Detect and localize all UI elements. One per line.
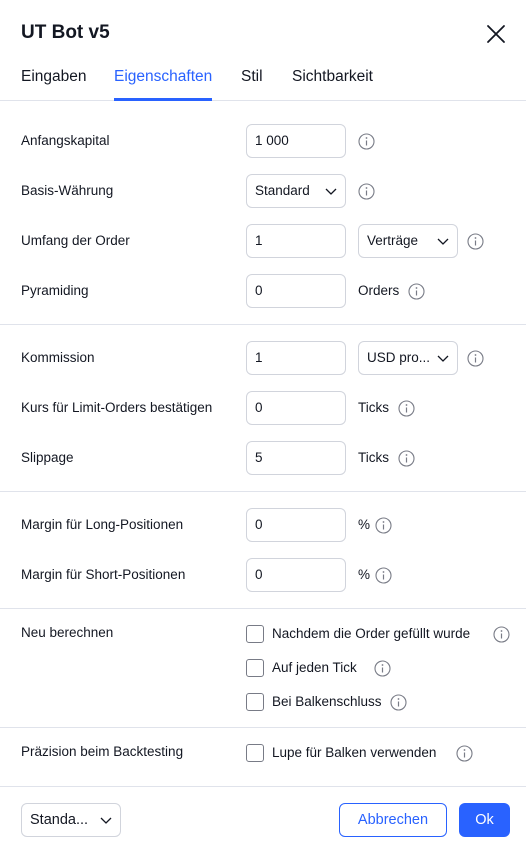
info-icon[interactable] (358, 133, 375, 150)
section-divider (0, 324, 526, 325)
close-button[interactable] (484, 22, 508, 46)
margin-long-unit: % (358, 517, 371, 532)
chevron-down-icon (325, 188, 337, 195)
info-icon[interactable] (390, 694, 407, 711)
recalc-every-tick-label[interactable]: Auf jeden Tick (272, 660, 357, 675)
info-icon[interactable] (375, 567, 392, 584)
section-divider (0, 727, 526, 728)
info-icon[interactable] (398, 450, 415, 467)
info-icon[interactable] (398, 400, 415, 417)
slippage-unit: Ticks (358, 450, 389, 465)
order-size-unit-select[interactable]: Verträge (358, 224, 458, 258)
dialog-title: UT Bot v5 (21, 22, 110, 43)
backtest-precision-label: Präzision beim Backtesting (21, 744, 184, 759)
base-currency-value: Standard (255, 183, 310, 198)
recalc-on-fill-checkbox[interactable] (246, 625, 264, 643)
limit-orders-input[interactable]: 0 (246, 391, 346, 425)
margin-short-label: Margin für Short-Positionen (21, 567, 186, 582)
info-icon[interactable] (408, 283, 425, 300)
footer-divider (0, 786, 526, 787)
base-currency-label: Basis-Währung (21, 183, 114, 198)
limit-orders-unit: Ticks (358, 400, 389, 415)
base-currency-select[interactable]: Standard (246, 174, 346, 208)
section-divider (0, 608, 526, 609)
pyramiding-label: Pyramiding (21, 283, 89, 298)
recalc-every-tick-checkbox[interactable] (246, 659, 264, 677)
bar-magnifier-checkbox[interactable] (246, 744, 264, 762)
margin-short-input[interactable]: 0 (246, 558, 346, 592)
slippage-input[interactable]: 5 (246, 441, 346, 475)
order-size-input[interactable]: 1 (246, 224, 346, 258)
info-icon[interactable] (374, 660, 391, 677)
info-icon[interactable] (467, 233, 484, 250)
initial-capital-label: Anfangskapital (21, 133, 110, 148)
commission-input[interactable]: 1 (246, 341, 346, 375)
initial-capital-input[interactable]: 1 000 (246, 124, 346, 158)
template-select[interactable]: Standa... (21, 803, 121, 837)
info-icon[interactable] (358, 183, 375, 200)
margin-long-label: Margin für Long-Positionen (21, 517, 184, 532)
margin-short-unit: % (358, 567, 371, 582)
bar-magnifier-label[interactable]: Lupe für Balken verwenden (272, 745, 436, 760)
margin-long-input[interactable]: 0 (246, 508, 346, 542)
info-icon[interactable] (493, 626, 510, 643)
info-icon[interactable] (375, 517, 392, 534)
commission-unit-value: USD pro... (367, 350, 431, 365)
tab-stil[interactable]: Stil (241, 68, 263, 101)
order-size-label: Umfang der Order (21, 233, 130, 248)
recalc-bar-close-label[interactable]: Bei Balkenschluss (272, 694, 382, 709)
tab-bar: Eingaben Eigenschaften Stil Sichtbarkeit (0, 62, 526, 101)
info-icon[interactable] (467, 350, 484, 367)
template-select-value: Standa... (30, 812, 89, 828)
recalc-bar-close-checkbox[interactable] (246, 693, 264, 711)
commission-label: Kommission (21, 350, 95, 365)
info-icon[interactable] (456, 745, 473, 762)
chevron-down-icon (437, 238, 449, 245)
limit-orders-label: Kurs für Limit-Orders bestätigen (21, 400, 213, 415)
pyramiding-unit: Orders (358, 283, 400, 298)
tab-sichtbarkeit[interactable]: Sichtbarkeit (292, 68, 373, 101)
recalculate-label: Neu berechnen (21, 625, 114, 640)
chevron-down-icon (100, 817, 112, 824)
ok-button[interactable]: Ok (459, 803, 510, 837)
chevron-down-icon (437, 355, 449, 362)
strategy-properties-dialog: UT Bot v5 Eingaben Eigenschaften Stil Si… (0, 0, 526, 849)
commission-unit-select[interactable]: USD pro... (358, 341, 458, 375)
tab-eingaben[interactable]: Eingaben (21, 68, 87, 101)
recalc-on-fill-label[interactable]: Nachdem die Order gefüllt wurde (272, 626, 470, 641)
order-size-unit-value: Verträge (367, 233, 419, 248)
tab-eigenschaften[interactable]: Eigenschaften (114, 68, 213, 101)
section-divider (0, 491, 526, 492)
close-icon[interactable] (484, 22, 508, 46)
slippage-label: Slippage (21, 450, 74, 465)
cancel-button[interactable]: Abbrechen (339, 803, 447, 837)
pyramiding-input[interactable]: 0 (246, 274, 346, 308)
